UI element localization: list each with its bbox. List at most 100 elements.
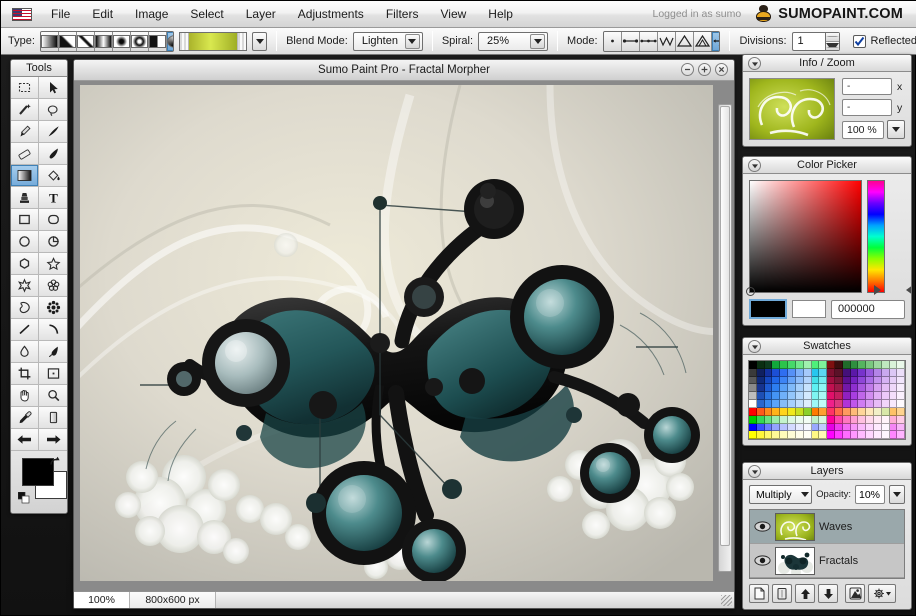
swatch-cell[interactable] <box>749 408 757 416</box>
resize-grip[interactable] <box>721 595 732 606</box>
swatch-cell[interactable] <box>819 416 827 424</box>
clone-stamp-tool[interactable] <box>11 187 39 209</box>
swatch-cell[interactable] <box>827 392 835 400</box>
picker-background-swatch[interactable] <box>792 300 826 318</box>
swatch-cell[interactable] <box>882 431 890 439</box>
swatch-cell[interactable] <box>874 424 882 432</box>
us-flag-icon[interactable] <box>12 8 32 21</box>
swatch-cell[interactable] <box>866 392 874 400</box>
star-tool[interactable] <box>39 253 67 275</box>
swatch-cell[interactable] <box>788 377 796 385</box>
swatch-cell[interactable] <box>890 384 898 392</box>
swatch-cell[interactable] <box>765 384 773 392</box>
swatch-cell[interactable] <box>835 424 843 432</box>
swatch-cell[interactable] <box>812 431 820 439</box>
swatch-cell[interactable] <box>882 408 890 416</box>
swatch-cell[interactable] <box>772 431 780 439</box>
swatch-cell[interactable] <box>780 384 788 392</box>
swatch-cell[interactable] <box>796 384 804 392</box>
hex-value-input[interactable]: 000000 <box>831 300 905 319</box>
swatch-cell[interactable] <box>772 361 780 369</box>
menu-view[interactable]: View <box>429 4 477 24</box>
swatch-cell[interactable] <box>858 361 866 369</box>
swatch-cell[interactable] <box>897 377 905 385</box>
swatch-cell[interactable] <box>882 369 890 377</box>
swatch-cell[interactable] <box>882 377 890 385</box>
swatch-cell[interactable] <box>874 431 882 439</box>
diagonal-gradient-icon[interactable] <box>59 32 77 51</box>
linear-gradient-icon[interactable] <box>41 32 59 51</box>
opacity-value[interactable]: 10% <box>855 485 885 504</box>
swatch-cell[interactable] <box>788 416 796 424</box>
opacity-dropdown-button[interactable] <box>889 485 905 504</box>
swatch-cell[interactable] <box>890 408 898 416</box>
swatch-cell[interactable] <box>890 377 898 385</box>
double-line-mode-icon[interactable] <box>640 32 658 51</box>
swatch-cell[interactable] <box>835 400 843 408</box>
swatch-cell[interactable] <box>819 392 827 400</box>
gradient-bar-tool[interactable] <box>39 407 67 429</box>
swatch-cell[interactable] <box>788 361 796 369</box>
move-layer-up-button[interactable] <box>795 584 815 603</box>
swatch-cell[interactable] <box>827 424 835 432</box>
hand-tool[interactable] <box>11 385 39 407</box>
swatch-cell[interactable] <box>858 400 866 408</box>
swatch-cell[interactable] <box>804 384 812 392</box>
swatch-cell[interactable] <box>835 361 843 369</box>
text-tool[interactable]: T <box>39 187 67 209</box>
move-tool[interactable] <box>39 77 67 99</box>
lasso-tool[interactable] <box>39 99 67 121</box>
layer-row-waves[interactable]: Waves <box>750 510 904 544</box>
previous-tool[interactable] <box>11 429 39 451</box>
eraser-tool[interactable] <box>11 143 39 165</box>
swatch-cell[interactable] <box>804 424 812 432</box>
swatch-cell[interactable] <box>757 424 765 432</box>
layer-visibility-icon[interactable] <box>753 555 771 566</box>
swatch-cell[interactable] <box>866 361 874 369</box>
swatch-cell[interactable] <box>843 416 851 424</box>
marquee-select-tool[interactable] <box>11 77 39 99</box>
sharpen-tool[interactable] <box>39 341 67 363</box>
swatch-cell[interactable] <box>796 431 804 439</box>
swatch-cell[interactable] <box>765 408 773 416</box>
canvas-scrollbar-thumb[interactable] <box>720 106 730 546</box>
maximize-button[interactable] <box>698 63 711 76</box>
zoom-dropdown-button[interactable] <box>887 120 905 139</box>
swatch-cell[interactable] <box>765 400 773 408</box>
swatch-cell[interactable] <box>843 377 851 385</box>
swatch-cell[interactable] <box>757 431 765 439</box>
menu-select[interactable]: Select <box>179 4 234 24</box>
swatch-cell[interactable] <box>882 392 890 400</box>
swatch-cell[interactable] <box>804 392 812 400</box>
zoom-tool[interactable] <box>39 385 67 407</box>
swatch-cell[interactable] <box>851 377 859 385</box>
reflected-gradient-icon[interactable] <box>95 32 113 51</box>
swatch-cell[interactable] <box>866 377 874 385</box>
swatch-cell[interactable] <box>765 416 773 424</box>
brand-logo-area[interactable]: SUMOPAINT.COM <box>755 5 916 23</box>
swatch-cell[interactable] <box>804 400 812 408</box>
swatch-cell[interactable] <box>819 431 827 439</box>
zigzag-mode-icon[interactable] <box>658 32 676 51</box>
blur-drop-tool[interactable] <box>11 341 39 363</box>
swatch-cell[interactable] <box>757 392 765 400</box>
swatch-cell[interactable] <box>780 400 788 408</box>
swatch-cell[interactable] <box>835 392 843 400</box>
swatch-cell[interactable] <box>851 361 859 369</box>
swatch-cell[interactable] <box>772 424 780 432</box>
swatch-cell[interactable] <box>827 400 835 408</box>
gradient-preview[interactable] <box>179 32 247 51</box>
swatch-cell[interactable] <box>804 408 812 416</box>
layer-blend-mode-select[interactable]: Multiply <box>749 485 812 504</box>
swatch-cell[interactable] <box>796 377 804 385</box>
canvas-vertical-scrollbar[interactable] <box>718 104 732 572</box>
swatch-cell[interactable] <box>772 392 780 400</box>
swatch-cell[interactable] <box>796 361 804 369</box>
swatch-cell[interactable] <box>890 392 898 400</box>
swatch-cell[interactable] <box>874 361 882 369</box>
swatch-cell[interactable] <box>772 377 780 385</box>
move-mode-icon[interactable] <box>712 32 721 51</box>
ink-tool[interactable] <box>39 121 67 143</box>
swatch-cell[interactable] <box>851 392 859 400</box>
swatch-cell[interactable] <box>897 392 905 400</box>
